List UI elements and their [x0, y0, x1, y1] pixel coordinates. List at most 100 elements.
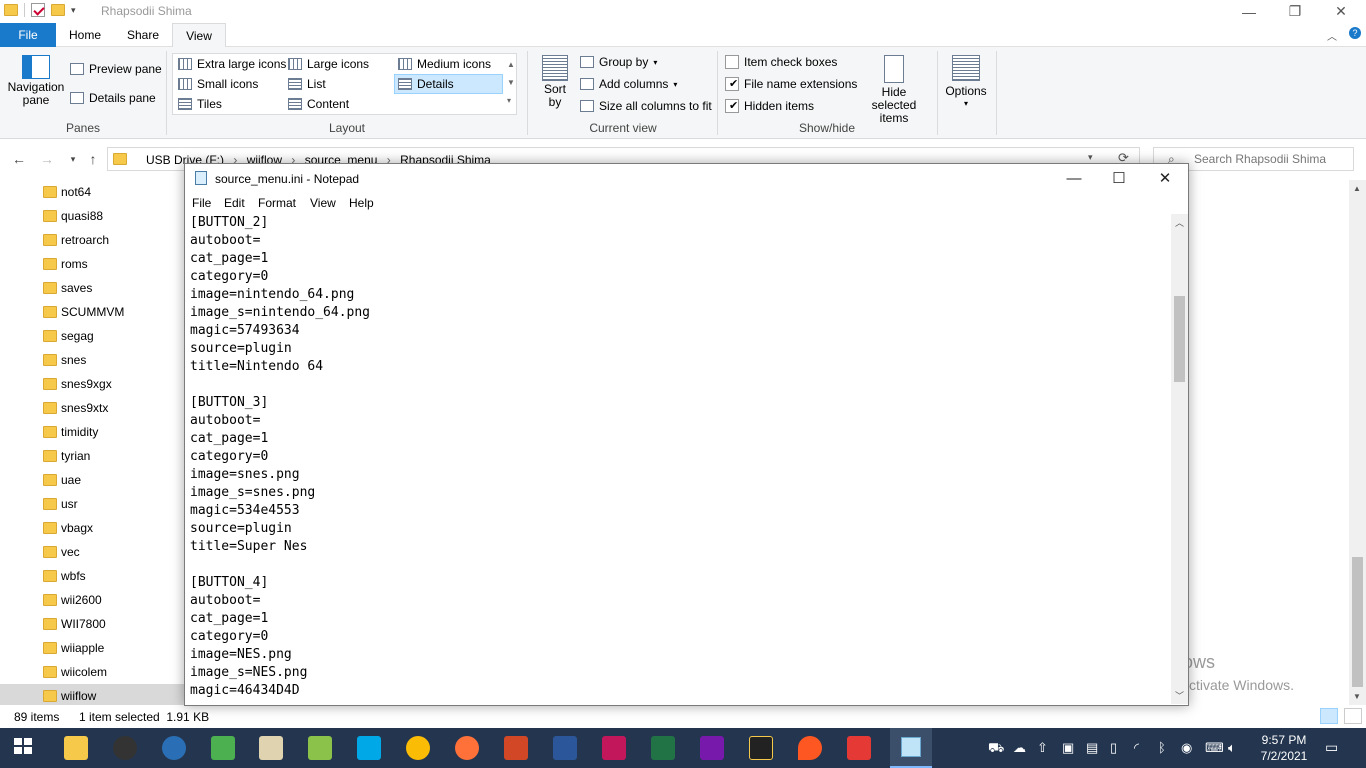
file-name-extensions-option[interactable]: ✔ File name extensions — [725, 77, 857, 91]
app-taskbar-icon[interactable] — [357, 736, 381, 760]
options-button[interactable]: Options ▾ — [942, 55, 990, 108]
keyboard-icon[interactable]: ⌨ — [1205, 740, 1224, 756]
tree-item[interactable]: snes9xtx — [0, 396, 185, 420]
upload-icon[interactable]: ⇧ — [1037, 740, 1048, 756]
firefox-taskbar-icon[interactable] — [455, 736, 479, 760]
large-icons-view-icon[interactable] — [1344, 708, 1362, 724]
menu-view[interactable]: View — [310, 196, 336, 210]
layout-tiles[interactable]: Tiles — [178, 97, 222, 111]
app-taskbar-icon[interactable] — [602, 736, 626, 760]
file-name-extensions-checkbox[interactable]: ✔ — [725, 77, 739, 91]
tab-view[interactable]: View — [172, 23, 226, 48]
properties-icon[interactable] — [31, 3, 45, 17]
tree-item[interactable]: tyrian — [0, 444, 185, 468]
tree-item[interactable]: uae — [0, 468, 185, 492]
hidden-items-option[interactable]: ✔ Hidden items — [725, 99, 814, 113]
menu-help[interactable]: Help — [349, 196, 374, 210]
tree-item[interactable]: not64 — [0, 180, 185, 204]
customize-qat-icon[interactable]: ▾ — [71, 5, 76, 16]
tree-item[interactable]: SCUMMVM — [0, 300, 185, 324]
camera-taskbar-icon[interactable] — [113, 736, 137, 760]
tree-item[interactable]: quasi88 — [0, 204, 185, 228]
scrollbar-thumb[interactable] — [1352, 557, 1363, 687]
scroll-up-icon[interactable]: ︿ — [1175, 216, 1184, 229]
layout-list[interactable]: List — [288, 77, 326, 91]
scroll-up-icon[interactable]: ▲ — [1353, 184, 1361, 193]
tree-item[interactable]: wiiapple — [0, 636, 185, 660]
onenote-taskbar-icon[interactable] — [700, 736, 724, 760]
details-pane-button[interactable]: Details pane — [70, 91, 156, 105]
menu-file[interactable]: File — [192, 196, 211, 210]
network-tray-icon[interactable]: ⛟ — [988, 740, 1004, 758]
explorer-vertical-scrollbar[interactable]: ▲ ▼ — [1349, 180, 1366, 705]
preview-pane-button[interactable]: Preview pane — [70, 62, 162, 76]
app-taskbar-icon[interactable] — [211, 736, 235, 760]
tree-item[interactable]: usr — [0, 492, 185, 516]
new-folder-icon[interactable] — [51, 4, 65, 16]
sort-by-button[interactable]: Sort by — [538, 55, 572, 109]
app-taskbar-icon[interactable] — [749, 736, 773, 760]
tree-item[interactable]: vbagx — [0, 516, 185, 540]
tree-item[interactable]: timidity — [0, 420, 185, 444]
layout-content[interactable]: Content — [288, 97, 349, 111]
restore-icon[interactable]: ❐ — [1272, 0, 1318, 23]
layout-large-icons[interactable]: Large icons — [288, 57, 369, 71]
tree-item[interactable]: retroarch — [0, 228, 185, 252]
up-arrow-icon[interactable]: ↑ — [82, 146, 104, 172]
menu-format[interactable]: Format — [258, 196, 296, 210]
menu-edit[interactable]: Edit — [224, 196, 245, 210]
bluetooth-icon[interactable]: ᛒ — [1158, 740, 1166, 755]
scroll-down-icon[interactable]: ﹀ — [1175, 689, 1184, 702]
navigation-pane-button[interactable]: Navigation pane — [8, 55, 64, 107]
tray-app-icon[interactable]: ▤ — [1086, 740, 1098, 756]
help-icon[interactable]: ? — [1349, 27, 1361, 39]
tree-item[interactable]: segag — [0, 324, 185, 348]
notification-icon[interactable]: ▭ — [1325, 739, 1338, 756]
layout-extra-large-icons[interactable]: Extra large icons — [178, 57, 286, 71]
app-taskbar-icon[interactable] — [259, 736, 283, 760]
notepad-maximize-icon[interactable]: ☐ — [1096, 164, 1142, 192]
tray-app-icon[interactable]: ▣ — [1062, 740, 1074, 756]
scrollbar-thumb[interactable] — [1174, 296, 1185, 382]
close-icon[interactable]: ✕ — [1318, 0, 1364, 23]
layout-medium-icons[interactable]: Medium icons — [398, 57, 491, 71]
tree-item[interactable]: vec — [0, 540, 185, 564]
battery-icon[interactable]: ▯ — [1110, 740, 1117, 756]
minimize-icon[interactable]: — — [1226, 0, 1272, 23]
tree-item[interactable]: snes9xgx — [0, 372, 185, 396]
quickbooks-taskbar-icon[interactable] — [162, 736, 186, 760]
forward-arrow-icon[interactable]: → — [36, 146, 58, 172]
calculator-taskbar-icon[interactable] — [308, 736, 332, 760]
tab-share[interactable]: Share — [114, 23, 172, 47]
tree-item[interactable]: snes — [0, 348, 185, 372]
wifi-icon[interactable]: ◜ — [1134, 740, 1139, 756]
address-dropdown-icon[interactable]: ▾ — [1088, 152, 1093, 163]
tree-item[interactable]: wii2600 — [0, 588, 185, 612]
layout-small-icons[interactable]: Small icons — [178, 77, 258, 91]
tab-file[interactable]: File — [0, 23, 56, 47]
notepad-text-area[interactable]: [BUTTON_2] autoboot= cat_page=1 category=0 i… — [190, 214, 1170, 704]
details-view-icon[interactable] — [1320, 708, 1338, 724]
excel-taskbar-icon[interactable] — [651, 736, 675, 760]
tree-item[interactable]: saves — [0, 276, 185, 300]
onedrive-icon[interactable]: ☁ — [1013, 740, 1026, 756]
volume-icon[interactable]: 🔈︎ — [1228, 740, 1236, 756]
tab-home[interactable]: Home — [56, 23, 114, 47]
notepad-close-icon[interactable]: ✕ — [1142, 164, 1188, 192]
notepad-vertical-scrollbar[interactable]: ︿ ﹀ — [1171, 214, 1188, 704]
scroll-down-icon[interactable]: ▼ — [1353, 692, 1361, 701]
app-taskbar-icon[interactable] — [847, 736, 871, 760]
notepad-minimize-icon[interactable]: — — [1051, 164, 1097, 192]
tree-item[interactable]: WII7800 — [0, 612, 185, 636]
item-check-boxes-checkbox[interactable] — [725, 55, 739, 69]
layout-details[interactable]: Details — [398, 77, 454, 91]
layout-scroll-arrows[interactable]: ▲ ▼ ▾ — [507, 56, 515, 110]
tree-item[interactable]: wiicolem — [0, 660, 185, 684]
back-arrow-icon[interactable]: ← — [8, 146, 30, 172]
chrome-taskbar-icon[interactable] — [406, 736, 430, 760]
tray-app-icon[interactable]: ◉ — [1181, 740, 1192, 756]
recent-locations-icon[interactable]: ▾ — [62, 146, 84, 172]
group-by-button[interactable]: Group by ▾ — [580, 55, 657, 69]
tree-item[interactable]: wbfs — [0, 564, 185, 588]
add-columns-button[interactable]: Add columns ▾ — [580, 77, 677, 91]
